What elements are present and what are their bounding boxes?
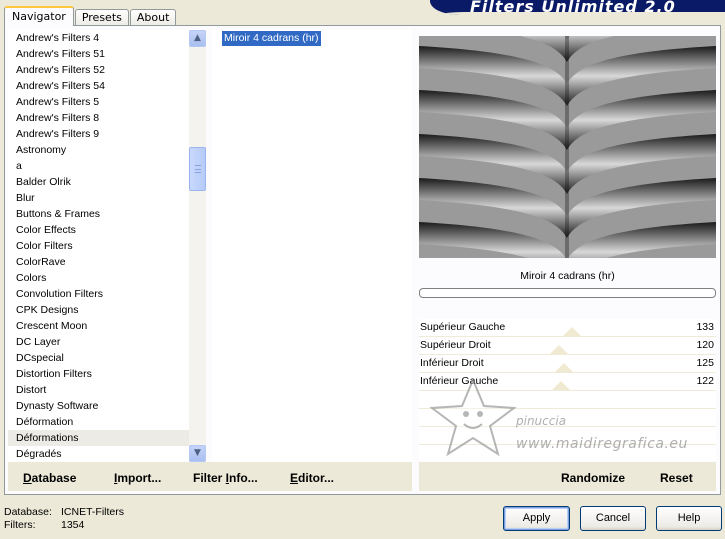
category-item[interactable]: Balder Olrik — [8, 174, 206, 190]
slider-label: Supérieur Gauche — [420, 321, 506, 333]
category-item[interactable]: Buttons & Frames — [8, 206, 206, 222]
help-button[interactable]: Help — [656, 506, 722, 531]
preview-pattern — [419, 36, 716, 258]
slider-label: Supérieur Droit — [420, 339, 491, 351]
category-item[interactable]: a — [8, 158, 206, 174]
progress-bar — [419, 288, 716, 298]
category-item[interactable]: Dynasty Software — [8, 398, 206, 414]
category-item[interactable]: Déformations — [8, 430, 206, 446]
category-item[interactable]: Blur — [8, 190, 206, 206]
category-item[interactable]: Distort — [8, 382, 206, 398]
scroll-down-button[interactable]: ▼ — [189, 445, 206, 462]
slider-thumb[interactable] — [563, 327, 581, 336]
tab-presets[interactable]: Presets — [74, 9, 129, 26]
tab-about[interactable]: About — [129, 9, 177, 26]
category-item[interactable]: Crescent Moon — [8, 318, 206, 334]
editor-label: ditor... — [298, 471, 335, 485]
slider-value: 120 — [696, 339, 714, 351]
slider-inferieur-droit[interactable]: Inférieur Droit 125 — [419, 355, 716, 373]
category-item[interactable]: Dégradés — [8, 446, 206, 462]
apply-button[interactable]: Apply — [503, 506, 570, 531]
slider-empty — [419, 391, 716, 409]
slider-empty — [419, 409, 716, 427]
editor-mnemonic: E — [290, 471, 299, 485]
category-item[interactable]: Déformation — [8, 414, 206, 430]
slider-value: 125 — [696, 357, 714, 369]
filter-list[interactable]: Miroir 4 cadrans (hr) — [212, 30, 412, 462]
category-item[interactable]: Colors — [8, 270, 206, 286]
category-item[interactable]: Andrew's Filters 8 — [8, 110, 206, 126]
category-item[interactable]: Color Filters — [8, 238, 206, 254]
category-item[interactable]: Color Effects — [8, 222, 206, 238]
slider-empty — [419, 427, 716, 445]
database-mnemonic: D — [23, 471, 32, 485]
category-scrollbar[interactable]: ▲ ▼ — [189, 30, 206, 462]
database-label: atabase — [31, 471, 77, 485]
category-item[interactable]: Andrew's Filters 52 — [8, 62, 206, 78]
category-item[interactable]: Convolution Filters — [8, 286, 206, 302]
import-label: mport... — [117, 471, 162, 485]
preview-filter-name: Miroir 4 cadrans (hr) — [520, 270, 615, 282]
slider-label: Inférieur Droit — [420, 357, 484, 369]
category-item[interactable]: Andrew's Filters 51 — [8, 46, 206, 62]
slider-label: Inférieur Gauche — [420, 375, 499, 387]
category-item[interactable]: Andrew's Filters 4 — [8, 30, 206, 46]
preview-image — [419, 36, 716, 258]
slider-thumb[interactable] — [550, 345, 568, 354]
filter-info-label: nfo... — [229, 471, 258, 485]
slider-thumb[interactable] — [552, 381, 570, 390]
category-item[interactable]: DCspecial — [8, 350, 206, 366]
filters-status-label: Filters: — [4, 519, 36, 531]
filter-item-selected[interactable]: Miroir 4 cadrans (hr) — [222, 31, 321, 46]
grip-icon — [195, 165, 201, 173]
category-item[interactable]: Distortion Filters — [8, 366, 206, 382]
category-item[interactable]: ColorRave — [8, 254, 206, 270]
randomize-button[interactable]: Randomize — [561, 471, 625, 485]
filter-info-button[interactable]: Filter Info... — [193, 471, 258, 485]
database-status-label: Database: — [4, 506, 52, 518]
right-button-bar: Randomize Reset — [419, 462, 716, 491]
cancel-button[interactable]: Cancel — [580, 506, 646, 531]
scroll-thumb[interactable] — [189, 147, 206, 191]
database-button[interactable]: Database — [23, 471, 76, 485]
status-info: Database: ICNET-Filters Filters: 1354 — [4, 506, 124, 532]
database-status-value: ICNET-Filters — [61, 506, 124, 518]
editor-button[interactable]: Editor... — [290, 471, 334, 485]
category-item[interactable]: Andrew's Filters 9 — [8, 126, 206, 142]
category-item[interactable]: Andrew's Filters 54 — [8, 78, 206, 94]
banner-title: Filters Unlimited 2.0 — [470, 0, 676, 16]
filter-info-prefix: Filter — [193, 471, 226, 485]
slider-inferieur-gauche[interactable]: Inférieur Gauche 122 — [419, 373, 716, 391]
preview-center-line — [565, 36, 569, 258]
reset-button[interactable]: Reset — [660, 471, 693, 485]
slider-superieur-gauche[interactable]: Supérieur Gauche 133 — [419, 319, 716, 337]
category-item[interactable]: CPK Designs — [8, 302, 206, 318]
import-button[interactable]: Import... — [114, 471, 161, 485]
slider-value: 122 — [696, 375, 714, 387]
slider-thumb[interactable] — [555, 363, 573, 372]
tab-bar: Navigator Presets About — [4, 5, 177, 26]
filters-status-value: 1354 — [61, 519, 85, 531]
slider-value: 133 — [696, 321, 714, 333]
slider-empty — [419, 445, 716, 463]
tab-navigator[interactable]: Navigator — [4, 6, 74, 26]
slider-superieur-droit[interactable]: Supérieur Droit 120 — [419, 337, 716, 355]
left-button-bar: Database Import... Filter Info... Editor… — [8, 462, 412, 491]
category-item[interactable]: Andrew's Filters 5 — [8, 94, 206, 110]
category-list[interactable]: Andrew's Filters 4 Andrew's Filters 51 And… — [8, 30, 206, 462]
category-item[interactable]: DC Layer — [8, 334, 206, 350]
parameter-sliders: Supérieur Gauche 133 Supérieur Droit 120… — [419, 319, 716, 463]
category-item[interactable]: Astronomy — [8, 142, 206, 158]
scroll-up-button[interactable]: ▲ — [189, 30, 206, 47]
